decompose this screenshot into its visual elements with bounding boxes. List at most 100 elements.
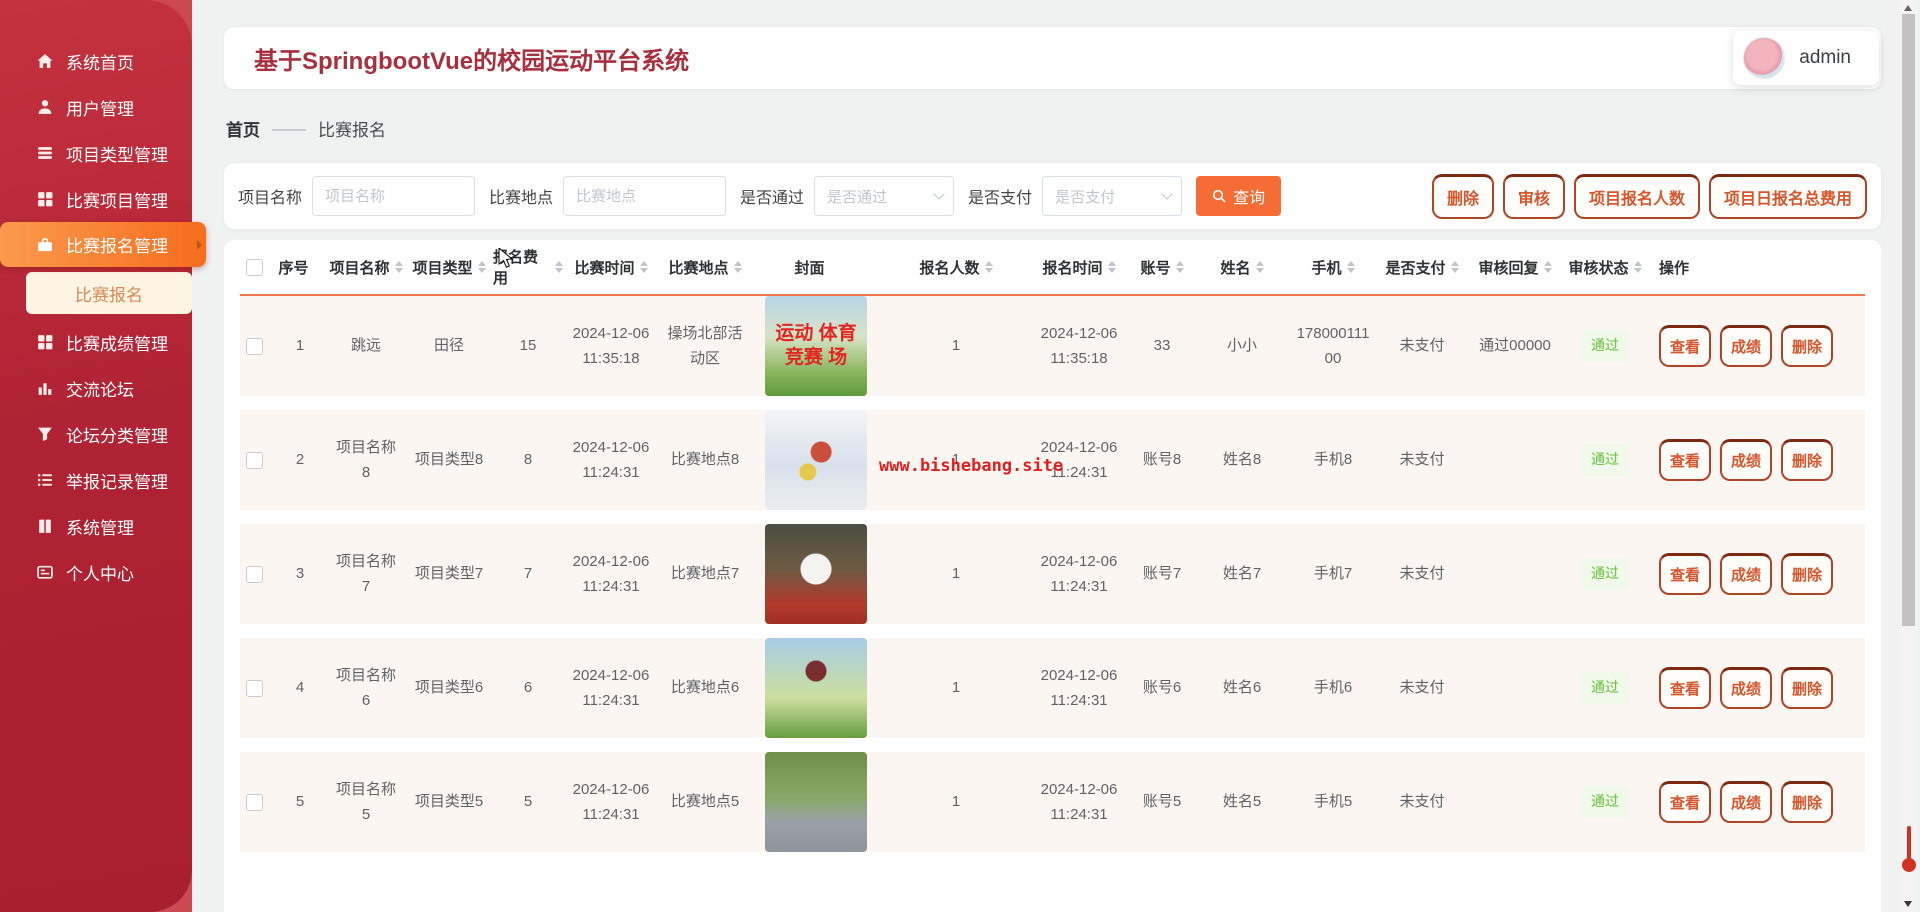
cover-image[interactable]: 运动 体育竞赛 场: [765, 296, 867, 396]
row-checkbox[interactable]: [246, 565, 263, 583]
scroll-up-arrow-icon[interactable]: [1904, 5, 1912, 11]
column-header[interactable]: 审核状态: [1565, 257, 1645, 278]
cover-image[interactable]: [765, 524, 867, 624]
sort-caret-icon[interactable]: [1633, 261, 1642, 273]
column-header[interactable]: 封面: [751, 257, 881, 278]
sort-caret-icon[interactable]: [639, 261, 648, 273]
column-header[interactable]: 报名人数: [881, 257, 1031, 278]
location-filter-input[interactable]: [563, 176, 727, 216]
score-button[interactable]: 成绩: [1720, 553, 1773, 595]
user-chip[interactable]: admin: [1733, 31, 1879, 85]
filter-group-name: 项目名称: [238, 176, 476, 216]
sidebar-item-profile[interactable]: 个人中心: [0, 549, 192, 595]
scroll-down-arrow-icon[interactable]: [1904, 901, 1912, 907]
cell-registration-count: 1: [951, 337, 961, 355]
sidebar-subitem-registration[interactable]: 比赛报名: [26, 272, 192, 314]
cell-cover: 运动 体育竞赛 场: [751, 296, 881, 396]
sidebar-item-system-mgmt[interactable]: 系统管理: [0, 503, 192, 549]
delete-button[interactable]: 删除: [1781, 325, 1834, 367]
sidebar-item-forum[interactable]: 交流论坛: [0, 365, 192, 411]
column-label: 项目名称: [329, 259, 390, 277]
page-title: 基于SpringbootVue的校园运动平台系统: [254, 47, 690, 75]
scrollbar[interactable]: [1900, 0, 1917, 912]
delete-button[interactable]: 删除: [1781, 553, 1834, 595]
pay-filter-select[interactable]: 是否支付: [1042, 176, 1183, 216]
cover-image[interactable]: [765, 752, 867, 852]
sidebar-item-project-types[interactable]: 项目类型管理: [0, 130, 192, 176]
scroll-pin-ball[interactable]: [1902, 858, 1916, 872]
sidebar-item-users[interactable]: 用户管理: [0, 84, 192, 130]
view-button[interactable]: 查看: [1659, 781, 1712, 823]
name-filter-input[interactable]: [312, 176, 476, 216]
row-checkbox[interactable]: [246, 337, 263, 355]
column-header[interactable]: 比赛地点: [659, 257, 751, 278]
sort-caret-icon[interactable]: [1175, 261, 1184, 273]
column-header[interactable]: 项目类型: [405, 257, 493, 278]
column-label: 账号: [1140, 259, 1171, 277]
sidebar-item-registration-mgmt[interactable]: 比赛报名管理: [0, 222, 206, 267]
table-row: 1 跳远 田径 15 2024-12-06 11:35:18 操场北部活动区 运…: [240, 296, 1865, 410]
cover-image[interactable]: [765, 410, 867, 510]
score-button[interactable]: 成绩: [1720, 439, 1773, 481]
pay-select-placeholder: 是否支付: [1055, 188, 1116, 206]
delete-button[interactable]: 删除: [1781, 667, 1834, 709]
sort-caret-icon[interactable]: [1346, 261, 1355, 273]
column-header[interactable]: 是否支付: [1379, 257, 1465, 278]
cell-account: 33: [1153, 337, 1171, 355]
view-button[interactable]: 查看: [1659, 667, 1712, 709]
view-button[interactable]: 查看: [1659, 439, 1712, 481]
sidebar-item-home[interactable]: 系统首页: [0, 38, 192, 84]
pass-filter-select[interactable]: 是否通过: [814, 176, 955, 216]
cell-review-status: 通过: [1565, 444, 1645, 476]
column-header[interactable]: 项目名称: [327, 257, 405, 278]
column-header[interactable]: 姓名: [1197, 257, 1287, 278]
scrollbar-thumb[interactable]: [1902, 14, 1915, 626]
column-header[interactable]: 报名时间: [1031, 257, 1127, 278]
column-header[interactable]: 序号: [273, 257, 327, 278]
sort-caret-icon[interactable]: [394, 261, 403, 273]
sidebar-item-forum-categories[interactable]: 论坛分类管理: [0, 411, 192, 457]
status-badge: 通过: [1581, 786, 1629, 818]
column-header[interactable]: 操作: [1645, 257, 1865, 278]
row-checkbox[interactable]: [246, 679, 263, 697]
sidebar-item-report-records[interactable]: 举报记录管理: [0, 457, 192, 503]
sort-caret-icon[interactable]: [1450, 261, 1459, 273]
view-button[interactable]: 查看: [1659, 325, 1712, 367]
cell-actions: 查看 成绩 删除: [1645, 325, 1865, 367]
toolbar-button[interactable]: 审核: [1502, 173, 1565, 219]
row-checkbox[interactable]: [246, 793, 263, 811]
sort-caret-icon[interactable]: [477, 261, 486, 273]
score-button[interactable]: 成绩: [1720, 325, 1773, 367]
toolbar-button[interactable]: 项目报名人数: [1573, 173, 1700, 219]
score-button[interactable]: 成绩: [1720, 781, 1773, 823]
column-header[interactable]: 审核回复: [1465, 257, 1565, 278]
column-header[interactable]: 手机: [1287, 257, 1379, 278]
sidebar-item-competition-projects[interactable]: 比赛项目管理: [0, 176, 192, 222]
row-checkbox[interactable]: [246, 451, 263, 469]
delete-button[interactable]: 删除: [1781, 781, 1834, 823]
delete-button[interactable]: 删除: [1781, 439, 1834, 481]
select-all-checkbox[interactable]: [246, 258, 263, 276]
toolbar-button[interactable]: 项目日报名总费用: [1708, 173, 1867, 219]
sort-caret-icon[interactable]: [1255, 261, 1264, 273]
column-header[interactable]: 比赛时间: [563, 257, 659, 278]
toolbar-button[interactable]: 删除: [1431, 173, 1494, 219]
score-button[interactable]: 成绩: [1720, 667, 1773, 709]
view-button[interactable]: 查看: [1659, 553, 1712, 595]
cell-project-name: 项目名称7: [335, 552, 396, 596]
sort-caret-icon[interactable]: [555, 261, 563, 273]
cell-paid-status: 未支付: [1399, 793, 1445, 811]
sort-caret-icon[interactable]: [1543, 261, 1552, 273]
column-label: 报名时间: [1042, 259, 1103, 277]
sort-caret-icon[interactable]: [984, 261, 993, 273]
filter-fields: 项目名称 比赛地点 是否通过 是否通过 是否支付: [238, 176, 1282, 216]
cover-image[interactable]: [765, 638, 867, 738]
sidebar-item-results-mgmt[interactable]: 比赛成绩管理: [0, 319, 192, 365]
cell-match-location: 比赛地点5: [670, 793, 740, 811]
breadcrumb-home[interactable]: 首页: [226, 116, 260, 141]
search-button[interactable]: 查询: [1196, 176, 1282, 216]
sort-caret-icon[interactable]: [1107, 261, 1116, 273]
sort-caret-icon[interactable]: [733, 261, 742, 273]
column-header[interactable]: 账号: [1127, 257, 1197, 278]
grid-icon: [36, 333, 54, 351]
